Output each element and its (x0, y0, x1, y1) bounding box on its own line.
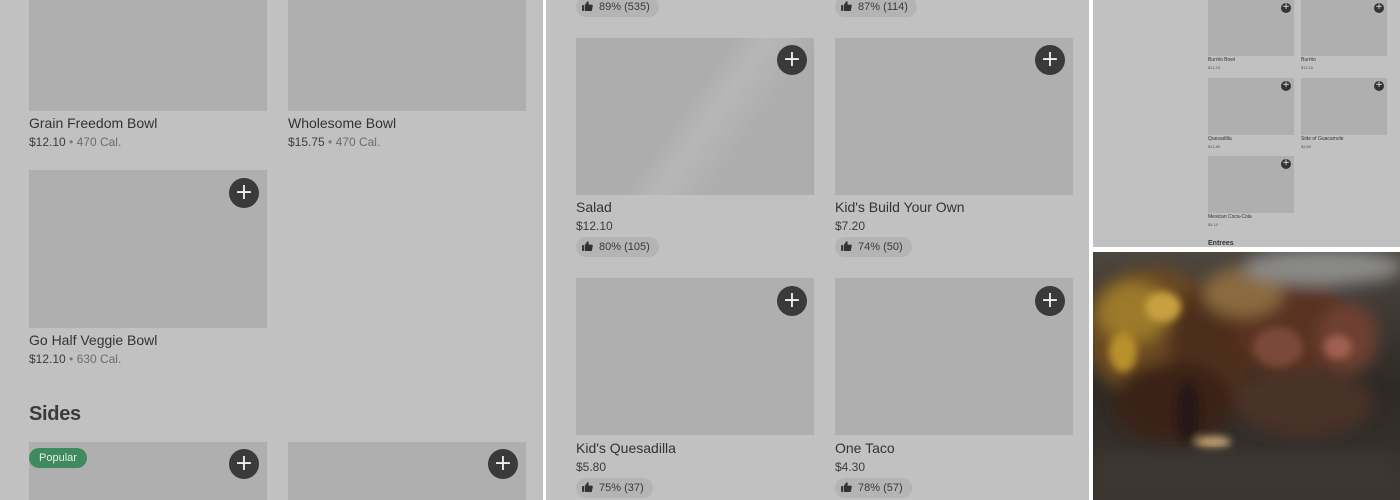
item-name[interactable]: One Taco (835, 440, 895, 456)
thumbs-up-icon (841, 482, 852, 492)
rating-value: 74% (50) (858, 241, 903, 253)
item-name[interactable]: Burrito (1301, 57, 1316, 63)
plus-icon[interactable]: + (488, 449, 518, 479)
plus-icon[interactable]: + (1281, 81, 1291, 91)
price-value: $12.10 (29, 352, 66, 366)
item-name[interactable]: Burrito Bowl (1208, 57, 1235, 63)
item-name[interactable]: Grain Freedom Bowl (29, 115, 157, 131)
popular-badge: Popular (29, 448, 87, 468)
item-price: $7.20 (835, 219, 866, 233)
grilled-meat-photo (1093, 252, 1400, 500)
item-name[interactable]: Kid's Quesadilla (576, 440, 676, 456)
thumbs-up-icon (582, 482, 593, 492)
rating-pill: 74% (50) (835, 237, 912, 257)
calories-value: 630 Cal. (76, 352, 122, 366)
price-value: $12.10 (29, 135, 66, 149)
menu-panel-overview: + Burrito Bowl $12.10 + Burrito $12.10 +… (1093, 0, 1400, 247)
food-photo (1093, 252, 1400, 500)
item-name[interactable]: Salad (576, 199, 612, 215)
plus-icon[interactable]: + (1035, 45, 1065, 75)
item-price: $5.80 (576, 460, 607, 474)
rating-pill: 89% (535) (576, 0, 659, 17)
calories-value: 470 Cal. (335, 135, 381, 149)
rating-pill: 80% (105) (576, 237, 659, 257)
rating-pill: 75% (37) (576, 478, 653, 498)
item-name[interactable]: Kid's Build Your Own (835, 199, 965, 215)
item-price: $4.10 (1208, 222, 1219, 227)
rating-value: 78% (57) (858, 482, 903, 494)
rating-value: 75% (37) (599, 482, 644, 494)
rating-pill: 87% (114) (835, 0, 917, 17)
rating-value: 89% (535) (599, 1, 650, 13)
calories-value: 470 Cal. (76, 135, 122, 149)
separator: • (69, 135, 74, 149)
item-price: $12.10 (1208, 65, 1221, 70)
menu-panel-bowls: Grain Freedom Bowl $12.10 • 470 Cal. Who… (0, 0, 543, 500)
item-name[interactable]: Quesadilla (1208, 136, 1232, 142)
plus-icon[interactable]: + (229, 449, 259, 479)
item-price: $12.10 • 630 Cal. (29, 352, 121, 366)
plus-icon[interactable]: + (229, 178, 259, 208)
plus-icon[interactable]: + (1281, 3, 1291, 13)
item-price: $3.65 (1301, 144, 1312, 149)
separator: • (328, 135, 333, 149)
plus-icon[interactable]: + (1281, 159, 1291, 169)
item-name[interactable]: Side of Guacamole (1301, 136, 1344, 142)
price-value: $15.75 (288, 135, 325, 149)
section-heading-entrees: Entrees (1208, 240, 1234, 247)
plus-icon[interactable]: + (1374, 3, 1384, 13)
thumbs-up-icon (841, 1, 852, 11)
item-name[interactable]: Mexican Coca-Cola (1208, 214, 1252, 220)
item-price: $4.30 (835, 460, 866, 474)
item-price: $12.10 (1301, 65, 1314, 70)
separator: • (69, 352, 74, 366)
rating-value: 87% (114) (858, 1, 908, 13)
plus-icon[interactable]: + (777, 45, 807, 75)
item-price: $12.10 (576, 219, 613, 233)
menu-panel-kids: 89% (535) 87% (114) + Salad $12.10 80% (… (546, 0, 1089, 500)
rating-value: 80% (105) (599, 241, 650, 253)
item-price: $15.75 • 470 Cal. (288, 135, 380, 149)
item-image-wholesome-bowl[interactable] (288, 0, 526, 111)
thumbs-up-icon (582, 241, 593, 251)
plus-icon[interactable]: + (1035, 286, 1065, 316)
section-heading-sides: Sides (29, 403, 81, 425)
item-name[interactable]: Wholesome Bowl (288, 115, 396, 131)
item-price: $12.80 (1208, 144, 1221, 149)
rating-pill: 78% (57) (835, 478, 912, 498)
item-price: $12.10 • 470 Cal. (29, 135, 121, 149)
plus-icon[interactable]: + (777, 286, 807, 316)
item-name[interactable]: Go Half Veggie Bowl (29, 332, 157, 348)
thumbs-up-icon (582, 1, 593, 11)
item-image-grain-freedom-bowl[interactable] (29, 0, 267, 111)
thumbs-up-icon (841, 241, 852, 251)
plus-icon[interactable]: + (1374, 81, 1384, 91)
